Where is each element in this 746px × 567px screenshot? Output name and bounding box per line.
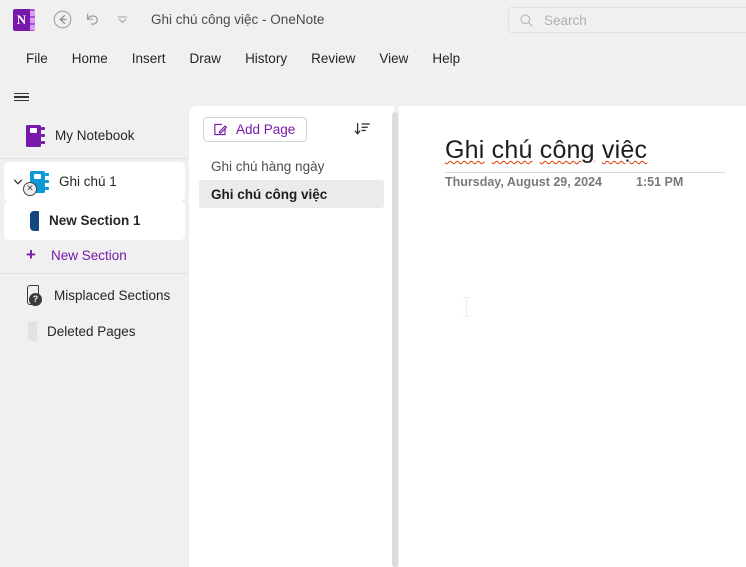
sidebar-item-my-notebook[interactable]: My Notebook	[0, 116, 189, 155]
page-title-word: Ghi	[445, 136, 485, 164]
page-date: Thursday, August 29, 2024	[445, 175, 602, 189]
add-page-label: Add Page	[236, 122, 296, 137]
title-underline-rule	[445, 172, 725, 173]
page-list-scrollbar[interactable]	[392, 112, 398, 567]
hamburger-menu-icon[interactable]	[6, 84, 36, 110]
tab-history[interactable]: History	[233, 47, 299, 70]
sidebar-item-label: My Notebook	[55, 128, 135, 143]
tab-draw[interactable]: Draw	[178, 47, 234, 70]
sync-error-icon: ✕	[23, 181, 37, 196]
list-item[interactable]: Ghi chú hàng ngày	[199, 152, 384, 180]
note-content-area[interactable]: Ghi chú công việc Thursday, August 29, 2…	[399, 106, 746, 567]
page-title-word: chú	[491, 136, 533, 164]
chevron-expanded-icon[interactable]	[12, 176, 24, 188]
page-title-word: công	[539, 136, 595, 164]
plus-icon: +	[26, 245, 36, 264]
text-ibeam-cursor	[461, 296, 472, 318]
back-arrow-icon[interactable]	[47, 5, 77, 35]
page-title[interactable]: Ghi chú công việc	[445, 136, 647, 165]
page-list-pane: Add Page Ghi chú hàng ngày Ghi chú công …	[189, 106, 394, 567]
add-page-button[interactable]: Add Page	[203, 117, 308, 142]
search-icon	[519, 13, 534, 28]
sidebar-item-deleted-pages[interactable]: Deleted Pages	[0, 313, 189, 349]
tab-home[interactable]: Home	[60, 47, 120, 70]
section-tab-icon	[30, 210, 39, 231]
tab-insert[interactable]: Insert	[120, 47, 178, 70]
sort-descending-icon[interactable]	[349, 116, 375, 142]
add-new-section-label: New Section	[51, 247, 127, 263]
add-new-section-button[interactable]: + New Section	[0, 240, 189, 270]
title-bar: N Ghi chú công việc - OneNote Search	[0, 0, 746, 39]
misplaced-sections-icon: ?	[26, 285, 44, 306]
navigation-pane: My Notebook ✕ Ghi chú 1 New Section 1 + …	[0, 78, 189, 567]
page-timestamp: Thursday, August 29, 2024 1:51 PM	[445, 175, 683, 189]
sidebar-item-label: Deleted Pages	[47, 323, 136, 339]
sidebar-item-label: New Section 1	[49, 213, 141, 228]
search-box[interactable]	[508, 7, 746, 33]
tab-review[interactable]: Review	[299, 47, 367, 70]
undo-icon[interactable]	[77, 5, 107, 35]
page-items: Ghi chú hàng ngày Ghi chú công việc	[189, 152, 394, 208]
tab-help[interactable]: Help	[420, 47, 472, 70]
tab-view[interactable]: View	[367, 47, 420, 70]
list-item[interactable]: Ghi chú công việc	[199, 180, 384, 208]
new-page-icon	[213, 122, 228, 137]
page-time: 1:51 PM	[636, 175, 684, 189]
sidebar-item-new-section-1[interactable]: New Section 1	[4, 201, 185, 240]
sidebar-item-misplaced-sections[interactable]: ? Misplaced Sections	[0, 277, 189, 313]
page-title-word: việc	[601, 136, 648, 164]
nav-divider	[0, 158, 189, 159]
notebook-blue-icon: ✕	[23, 170, 49, 196]
chevron-down-icon[interactable]	[107, 5, 137, 35]
notebook-purple-icon	[26, 124, 45, 147]
sidebar-item-ghi-chu-1[interactable]: ✕ Ghi chú 1	[4, 162, 185, 201]
section-tab-grey-icon	[28, 321, 37, 341]
sidebar-item-label: Misplaced Sections	[54, 287, 171, 303]
ribbon-tab-bar: File Home Insert Draw History Review Vie…	[0, 39, 746, 78]
page-list-toolbar: Add Page	[189, 106, 394, 152]
notebook-list: My Notebook ✕ Ghi chú 1 New Section 1 + …	[0, 116, 189, 349]
onenote-window: N Ghi chú công việc - OneNote Search Fil…	[0, 0, 746, 567]
search-input[interactable]	[544, 12, 724, 28]
window-title: Ghi chú công việc - OneNote	[151, 12, 325, 27]
nav-divider-2	[0, 273, 189, 274]
sidebar-item-label: Ghi chú 1	[59, 174, 117, 189]
onenote-logo: N	[13, 8, 35, 31]
tab-file[interactable]: File	[14, 47, 60, 70]
